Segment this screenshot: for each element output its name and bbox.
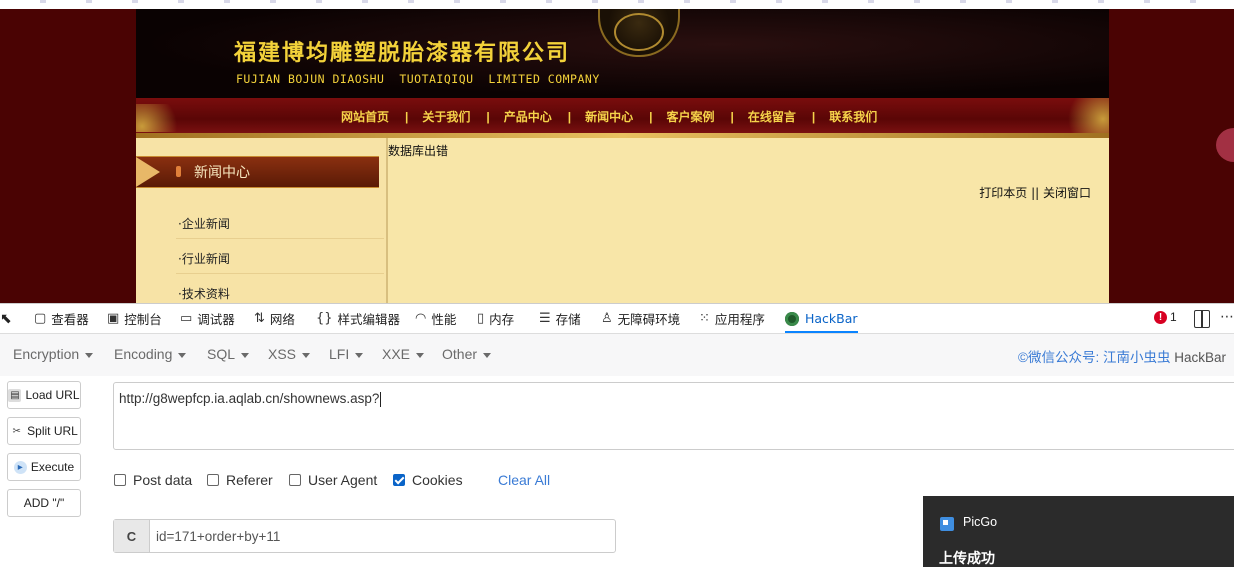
execute-button[interactable]: ▸ Execute: [7, 453, 81, 481]
chevron-down-icon: [302, 352, 311, 358]
cookie-field: C id=171+order+by+11: [113, 519, 616, 553]
style-editor-icon: {}: [316, 311, 333, 326]
db-error-text: 数据库出错: [388, 144, 449, 158]
hackbar-icon: [785, 311, 799, 326]
cookie-input[interactable]: id=171+order+by+11: [150, 520, 615, 552]
chevron-down-icon: [85, 352, 94, 358]
nav-contact[interactable]: 联系我们: [829, 108, 877, 125]
tab-style-editor[interactable]: {} 样式编辑器: [316, 304, 400, 333]
chevron-down-icon: [355, 352, 364, 358]
debugger-icon: ▭: [180, 311, 193, 326]
sidebar-header: 新闻中心: [136, 156, 379, 188]
menu-encoding[interactable]: Encoding: [114, 346, 187, 362]
load-url-button[interactable]: ▤ Load URL: [7, 381, 81, 409]
sidebar-title: 新闻中心: [194, 165, 250, 181]
tab-inspector[interactable]: ▢ 查看器: [34, 304, 89, 333]
toast-app-name: PicGo: [963, 515, 998, 529]
menu-other[interactable]: Other: [442, 346, 492, 362]
chevron-down-icon: [241, 352, 250, 358]
menu-xss[interactable]: XSS: [268, 346, 311, 362]
cookie-label: C: [114, 520, 150, 552]
sidebar-link-company-news[interactable]: ·企业新闻: [178, 215, 230, 232]
console-icon: ▣: [107, 311, 120, 326]
referer-checkbox[interactable]: Referer: [207, 472, 273, 488]
memory-icon: ▯: [477, 311, 485, 326]
error-icon: !: [1154, 310, 1167, 324]
sidebar-link-tech-docs[interactable]: ·技术资料: [178, 285, 230, 302]
error-count-badge[interactable]: ! 1: [1154, 310, 1177, 324]
notification-toast[interactable]: PicGo 上传成功: [923, 496, 1234, 567]
news-sidebar: 新闻中心 ·企业新闻 ·行业新闻 ·技术资料: [136, 138, 386, 303]
floating-widget[interactable]: [1216, 128, 1234, 162]
nav-cases[interactable]: 客户案例: [667, 108, 715, 125]
application-icon: ⁙: [699, 311, 710, 326]
tab-performance[interactable]: ◠ 性能: [415, 304, 456, 333]
accessibility-icon: ♙: [601, 311, 613, 326]
menu-sql[interactable]: SQL: [207, 346, 250, 362]
menu-encryption[interactable]: Encryption: [13, 346, 94, 362]
add-slash-button[interactable]: ADD "/": [7, 489, 81, 517]
tab-storage[interactable]: ☰ 存储: [539, 304, 581, 333]
element-picker-icon[interactable]: ⬉: [0, 310, 12, 327]
network-icon: ⇅: [254, 311, 265, 326]
tab-debugger[interactable]: ▭ 调试器: [180, 304, 235, 333]
performance-icon: ◠: [415, 311, 427, 326]
nav-news[interactable]: 新闻中心: [585, 108, 633, 125]
post-data-checkbox[interactable]: Post data: [114, 472, 192, 488]
content-area: 数据库出错 打印本页 || 关闭窗口: [388, 138, 1109, 303]
scissors-icon: ✂: [12, 425, 21, 437]
site-navbar: 网站首页 | 关于我们 | 产品中心 | 新闻中心 | 客户案例 | 在线留言 …: [136, 98, 1109, 133]
play-icon: ▸: [13, 460, 27, 474]
menu-lfi[interactable]: LFI: [329, 346, 364, 362]
clear-all-link[interactable]: Clear All: [498, 472, 550, 488]
load-icon: ▤: [8, 388, 22, 402]
tab-network[interactable]: ⇅ 网络: [254, 304, 295, 333]
checkmark-icon: [393, 474, 405, 486]
logo-emblem: [598, 9, 680, 57]
company-name-en: FUJIAN BOJUN DIAOSHU TUOTAIQIQU LIMITED …: [236, 72, 600, 86]
bullet-icon: [176, 166, 181, 177]
arrow-icon: [136, 157, 160, 187]
nav-products[interactable]: 产品中心: [504, 108, 552, 125]
close-window-link[interactable]: 关闭窗口: [1043, 186, 1091, 200]
hackbar-menu: Encryption Encoding SQL XSS LFI XXE Othe…: [0, 334, 1234, 377]
tab-accessibility[interactable]: ♙ 无障碍环境: [601, 304, 680, 333]
toast-message: 上传成功: [939, 551, 995, 567]
tab-console[interactable]: ▣ 控制台: [107, 304, 162, 333]
nav-message[interactable]: 在线留言: [748, 108, 796, 125]
print-page-link[interactable]: 打印本页: [979, 186, 1027, 200]
chevron-down-icon: [416, 352, 425, 358]
cookies-checkbox[interactable]: Cookies: [393, 472, 463, 488]
nav-home[interactable]: 网站首页: [341, 108, 389, 125]
chevron-down-icon: [483, 352, 492, 358]
sidebar-link-industry-news[interactable]: ·行业新闻: [178, 250, 230, 267]
more-options-icon[interactable]: ⋯: [1220, 308, 1234, 325]
picgo-icon: [940, 517, 954, 531]
dock-side-icon[interactable]: [1194, 310, 1210, 328]
user-agent-checkbox[interactable]: User Agent: [289, 472, 377, 488]
nav-about[interactable]: 关于我们: [422, 108, 470, 125]
storage-icon: ☰: [539, 311, 551, 326]
site-header: 福建博均雕塑脱胎漆器有限公司 FUJIAN BOJUN DIAOSHU TUOT…: [136, 9, 1109, 98]
devtools-tabbar: ⬉ ▢ 查看器 ▣ 控制台 ▭ 调试器 ⇅ 网络 {} 样式编辑器 ◠ 性能 ▯ 内存 ☰ 存储…: [0, 304, 1234, 334]
menu-xxe[interactable]: XXE: [382, 346, 425, 362]
chevron-down-icon: [178, 352, 187, 358]
split-url-button[interactable]: ✂ Split URL: [7, 417, 81, 445]
inspector-icon: ▢: [34, 311, 47, 326]
website-viewport: 福建博均雕塑脱胎漆器有限公司 FUJIAN BOJUN DIAOSHU TUOT…: [0, 0, 1234, 303]
browser-top-strip: [0, 0, 1234, 9]
hackbar-credit: ©微信公众号: 江南小虫虫 HackBar: [1018, 350, 1226, 365]
tab-memory[interactable]: ▯ 内存: [477, 304, 514, 333]
url-textarea[interactable]: http://g8wepfcp.ia.aqlab.cn/shownews.asp…: [113, 382, 1234, 450]
site-frame: 福建博均雕塑脱胎漆器有限公司 FUJIAN BOJUN DIAOSHU TUOT…: [136, 9, 1109, 303]
tab-application[interactable]: ⁙ 应用程序: [699, 304, 765, 333]
tab-hackbar[interactable]: HackBar: [785, 304, 858, 333]
print-links: 打印本页 || 关闭窗口: [979, 186, 1091, 200]
company-name-cn: 福建博均雕塑脱胎漆器有限公司: [234, 41, 571, 66]
